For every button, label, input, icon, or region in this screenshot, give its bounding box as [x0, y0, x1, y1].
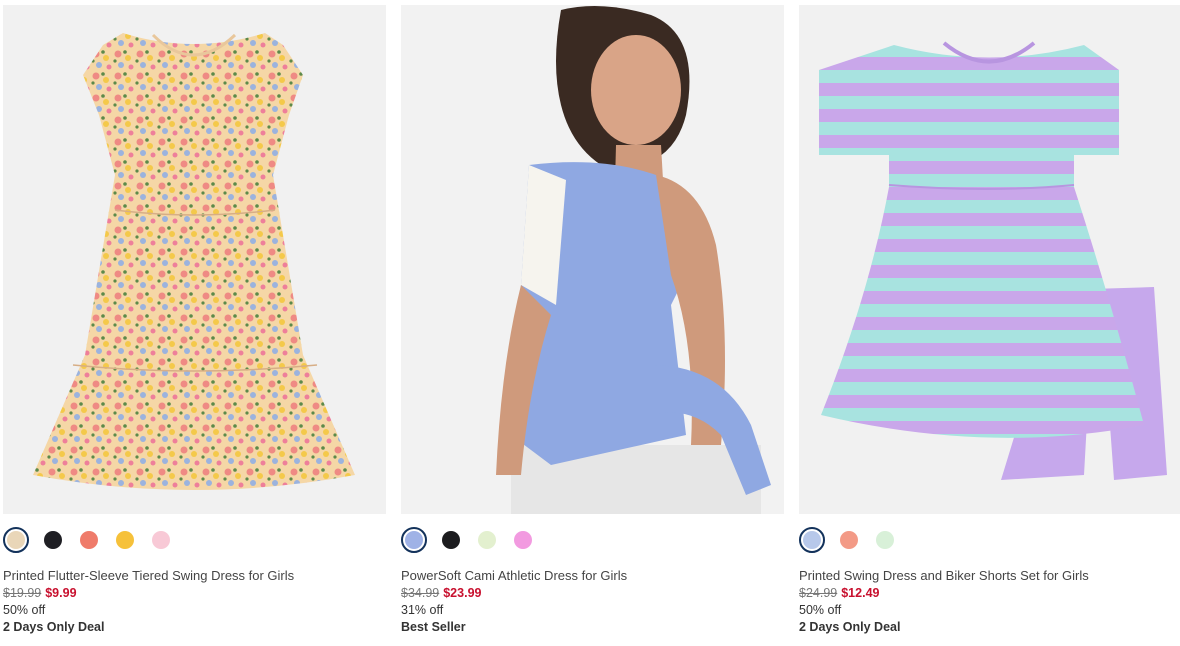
- price-row: $24.99 $12.49: [799, 586, 879, 600]
- price-row: $19.99 $9.99: [3, 586, 77, 600]
- floral-dress-image: [3, 5, 386, 514]
- discount-label: 50% off: [3, 603, 46, 617]
- discount-label: 50% off: [799, 603, 842, 617]
- product-title[interactable]: PowerSoft Cami Athletic Dress for Girls: [401, 568, 627, 583]
- striped-dress-set-image: [799, 5, 1180, 514]
- original-price: $24.99: [799, 586, 838, 600]
- color-swatch[interactable]: [474, 527, 500, 553]
- original-price: $34.99: [401, 586, 440, 600]
- price-row: $34.99 $23.99: [401, 586, 481, 600]
- original-price: $19.99: [3, 586, 42, 600]
- color-swatch[interactable]: [40, 527, 66, 553]
- product-card[interactable]: PowerSoft Cami Athletic Dress for Girls …: [401, 5, 784, 634]
- product-image[interactable]: [3, 5, 386, 514]
- athletic-dress-image: [401, 5, 784, 514]
- sale-price: $9.99: [45, 586, 77, 600]
- product-image[interactable]: [401, 5, 784, 514]
- color-swatch[interactable]: [438, 527, 464, 553]
- color-swatch[interactable]: [836, 527, 862, 553]
- color-swatch[interactable]: [76, 527, 102, 553]
- color-swatch[interactable]: [510, 527, 536, 553]
- deal-badge: 2 Days Only Deal: [3, 620, 105, 634]
- sale-price: $12.49: [841, 586, 880, 600]
- sale-price: $23.99: [443, 586, 482, 600]
- deal-badge: Best Seller: [401, 620, 466, 634]
- product-card[interactable]: Printed Flutter-Sleeve Tiered Swing Dres…: [3, 5, 386, 634]
- discount-label: 31% off: [401, 603, 444, 617]
- color-swatch[interactable]: [148, 527, 174, 553]
- deal-badge: 2 Days Only Deal: [799, 620, 901, 634]
- color-swatch[interactable]: [799, 527, 825, 553]
- product-grid: Printed Flutter-Sleeve Tiered Swing Dres…: [0, 0, 1180, 646]
- color-swatch[interactable]: [3, 527, 29, 553]
- color-swatch[interactable]: [112, 527, 138, 553]
- product-card[interactable]: Printed Swing Dress and Biker Shorts Set…: [799, 5, 1180, 634]
- product-title[interactable]: Printed Flutter-Sleeve Tiered Swing Dres…: [3, 568, 294, 583]
- color-swatch[interactable]: [872, 527, 898, 553]
- color-swatch[interactable]: [401, 527, 427, 553]
- product-image[interactable]: [799, 5, 1180, 514]
- product-title[interactable]: Printed Swing Dress and Biker Shorts Set…: [799, 568, 1089, 583]
